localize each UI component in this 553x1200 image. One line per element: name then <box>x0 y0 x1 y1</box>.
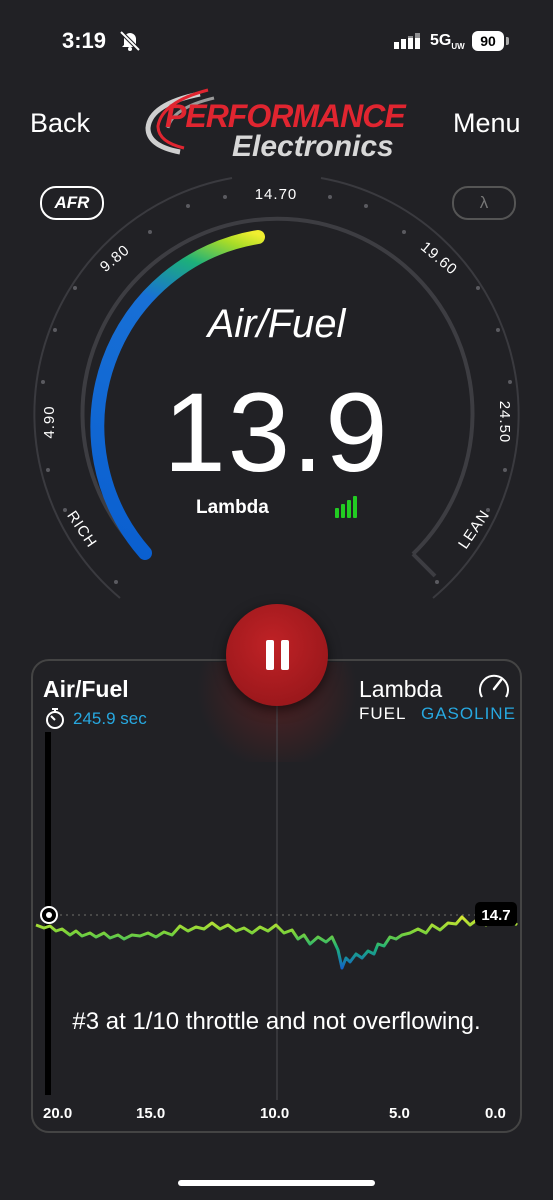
gauge-title: Air/Fuel <box>207 302 346 346</box>
lean-label: LEAN <box>455 507 493 552</box>
panel-title: Air/Fuel <box>43 676 129 702</box>
home-indicator[interactable] <box>178 1180 375 1186</box>
afr-history-chart: 14.7 <box>35 662 518 1100</box>
reference-value: 14.7 <box>481 907 510 924</box>
network-indicator: 5GUW <box>430 32 465 52</box>
gauge-unit-label: Lambda <box>196 497 269 518</box>
gauge-value: 13.9 <box>163 370 390 495</box>
x-tick-label: 5.0 <box>389 1105 410 1122</box>
signal-strength-icon <box>335 496 357 518</box>
gauge-tick-label: 19.60 <box>417 238 461 278</box>
pause-icon-bar <box>281 640 289 670</box>
status-time: 3:19 <box>62 28 107 53</box>
rich-label: RICH <box>63 508 100 551</box>
menu-button[interactable]: Menu <box>453 108 521 139</box>
gauge-tick-label: 14.70 <box>255 186 298 203</box>
back-button[interactable]: Back <box>30 108 90 139</box>
fuel-type-value[interactable]: GASOLINE <box>421 704 516 724</box>
cell-signal-icon <box>394 33 420 49</box>
battery-tip <box>506 37 509 45</box>
x-tick-label: 0.0 <box>485 1105 506 1122</box>
speedometer-icon[interactable] <box>476 671 512 703</box>
video-caption: #3 at 1/10 throttle and not overflowing. <box>72 1008 481 1035</box>
pause-button[interactable] <box>226 604 328 706</box>
elapsed-time: 245.9 sec <box>73 709 147 728</box>
logo-line2: Electronics <box>232 130 394 163</box>
x-tick-label: 10.0 <box>260 1105 290 1122</box>
x-tick-label: 20.0 <box>43 1105 73 1122</box>
pause-icon <box>266 640 274 670</box>
stopwatch-icon <box>46 708 64 729</box>
x-tick-label: 15.0 <box>136 1105 166 1122</box>
lambda-label: Lambda <box>359 676 443 702</box>
bell-muted-icon <box>119 30 141 52</box>
battery-indicator: 90 <box>472 31 504 51</box>
fuel-label: FUEL <box>359 704 407 723</box>
